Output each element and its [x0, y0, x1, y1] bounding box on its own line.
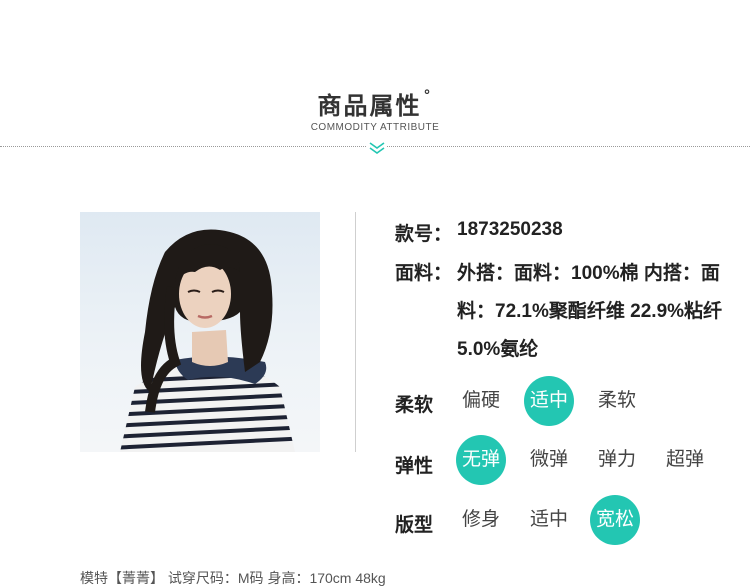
model-photo — [80, 212, 320, 452]
fabric-value: 外搭：面料：100%棉 内搭：面料：72.1%聚酯纤维 22.9%粘纤 5.0%… — [457, 263, 723, 360]
elasticity-label: 弹性 — [395, 456, 434, 477]
fit-option-regular: 适中 — [529, 509, 568, 530]
title-mark: ° — [423, 88, 433, 104]
fit-label: 版型 — [395, 515, 434, 536]
fit-option-loose-selected: 宽松 — [590, 495, 640, 545]
vertical-divider — [355, 212, 356, 452]
fabric-label: 面料： — [395, 263, 453, 284]
elasticity-option-none-selected: 无弹 — [456, 435, 506, 485]
double-chevron-down-icon — [367, 141, 387, 155]
softness-option-medium-selected: 适中 — [524, 376, 574, 426]
section-title: 商品属性 ° — [317, 88, 433, 120]
section-subtitle: COMMODITY ATTRIBUTE — [310, 122, 440, 133]
style-number-label: 款号： — [395, 224, 453, 245]
model-info: 模特【菁菁】 试穿尺码：M码 身高：170cm 48kg — [80, 570, 386, 586]
softness-option-hard: 偏硬 — [461, 390, 500, 411]
style-number-value: 1873250238 — [457, 219, 563, 240]
softness-option-soft: 柔软 — [597, 390, 636, 411]
elasticity-option-slight: 微弹 — [529, 449, 568, 470]
softness-label: 柔软 — [395, 395, 434, 416]
elasticity-option-stretch: 弹力 — [597, 449, 636, 470]
fit-option-slim: 修身 — [461, 509, 500, 530]
elasticity-option-super: 超弹 — [665, 449, 704, 470]
